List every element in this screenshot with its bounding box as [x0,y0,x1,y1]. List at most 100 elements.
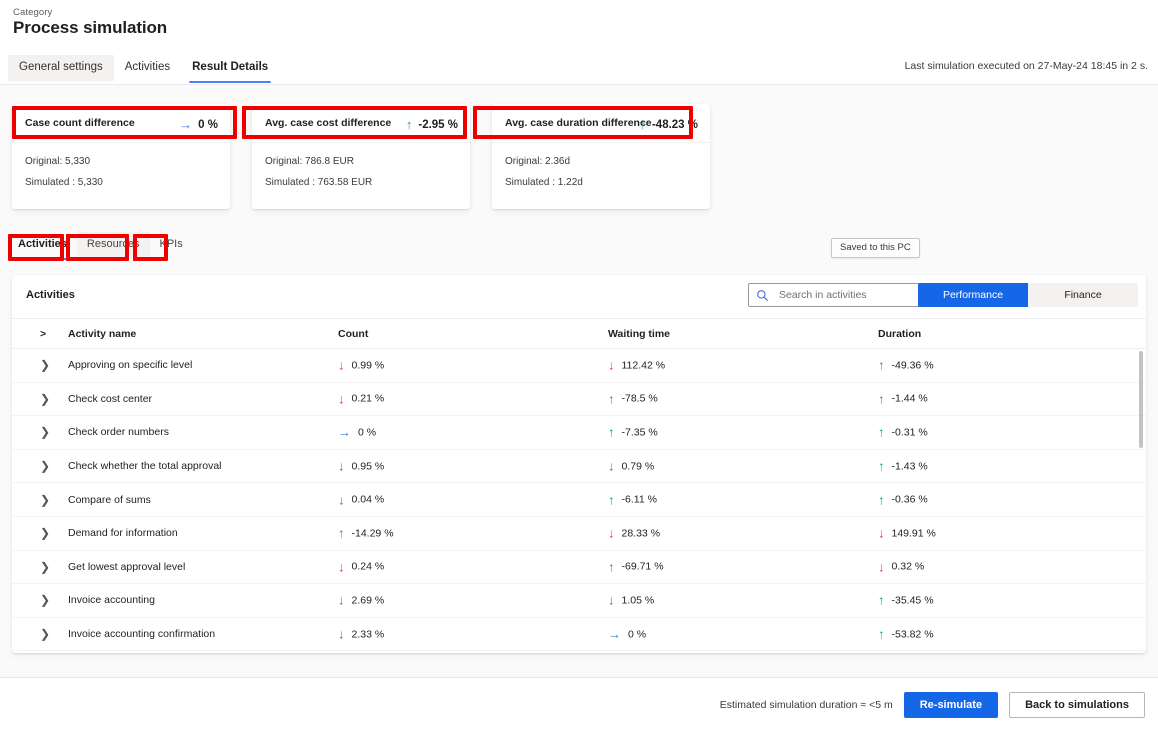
count-cell-value: 0.95 % [351,460,385,473]
chevron-right-icon[interactable]: ❯ [40,628,50,640]
kpi-simulated-value: Simulated : 1.22d [505,177,583,188]
waiting-time-cell-value: -7.35 % [621,426,658,439]
chevron-right-icon[interactable]: ❯ [40,359,50,371]
waiting-time-cell-value: 28.33 % [621,527,661,540]
search-in-activities-box[interactable] [748,283,933,307]
duration-cell: ↑ -1.44 % [878,392,928,405]
flat-arrow-icon: → [179,117,193,132]
table-row[interactable]: ❯ Compare of sums ↓ 0.04 % ↑ -6.11 % ↑ -0.36 % [12,483,1146,517]
tab-activities[interactable]: Activities [114,55,181,81]
down-arrow-icon: ↓ [608,592,615,608]
page-header: Category Process simulation General sett… [0,0,1158,85]
count-cell-value: 0.99 % [351,359,385,372]
tab-general-settings[interactable]: General settings [8,55,114,81]
table-row[interactable]: ❯ Invoice accounting ↓ 2.69 % ↓ 1.05 % ↑ -35.45… [12,584,1146,618]
duration-cell: ↓ 0.32 % [878,560,924,573]
down-arrow-icon: ↓ [338,626,345,642]
activities-table-scrollbar[interactable] [1139,351,1143,637]
up-arrow-icon: ↑ [608,391,615,407]
down-arrow-icon: ↓ [608,357,615,373]
kpi-card-case-count-delta: → 0 % [179,118,218,131]
table-row[interactable]: ❯ Get lowest approval level ↓ 0.24 % ↑ -69.71… [12,551,1146,585]
up-arrow-icon: ↑ [878,357,885,373]
up-arrow-icon: ↑ [878,391,885,407]
waiting-time-cell: → 0 % [608,628,646,641]
down-arrow-icon: ↓ [338,592,345,608]
waiting-time-cell: ↑ -69.71 % [608,560,664,573]
down-arrow-icon: ↓ [878,525,885,541]
down-arrow-icon: ↓ [338,492,345,508]
last-simulation-status: Last simulation executed on 27-May-24 18… [904,60,1148,72]
scrollbar-thumb[interactable] [1139,351,1143,448]
column-header-count[interactable]: Count [338,328,368,340]
down-arrow-icon: ↓ [338,357,345,373]
re-simulate-button[interactable]: Re-simulate [903,692,999,718]
back-to-simulations-button[interactable]: Back to simulations [1009,692,1145,718]
segment-finance[interactable]: Finance [1028,283,1138,307]
metric-mode-segmented-control: Performance Finance [918,283,1138,307]
down-arrow-icon: ↓ [608,525,615,541]
waiting-time-cell-value: -6.11 % [621,493,657,506]
waiting-time-cell-value: 1.05 % [621,594,655,607]
content-surface: Case count difference Original: 5,330 Si… [0,85,1158,677]
table-row[interactable]: ❯ Invoice accounting confirmation ↓ 2.33 % →… [12,618,1146,651]
activities-table-toolbar: Activities Performance Finance [12,275,1146,318]
count-cell-value: 0 % [358,426,377,439]
duration-cell: ↑ -49.36 % [878,359,934,372]
tab-result-details[interactable]: Result Details [181,55,279,83]
subtab-kpis[interactable]: KPIs [150,232,193,258]
duration-cell-value: -0.36 % [891,493,928,506]
count-cell-value: 0.21 % [351,392,385,405]
up-arrow-icon: ↑ [878,424,885,440]
table-row[interactable]: ❯ Approving on specific level ↓ 0.99 % ↓ 112.… [12,349,1146,383]
chevron-right-icon[interactable]: ❯ [40,561,50,573]
chevron-right-icon[interactable]: ❯ [40,494,50,506]
column-header-waiting-time[interactable]: Waiting time [608,328,670,340]
chevron-right-icon[interactable]: ❯ [40,527,50,539]
kpi-delta-value: -2.95 % [418,118,458,131]
up-arrow-icon: ↑ [338,525,345,541]
table-row[interactable]: ❯ Check whether the total approval ↓ 0.95 %… [12,450,1146,484]
up-arrow-icon: ↑ [878,492,885,508]
waiting-time-cell: ↑ -7.35 % [608,426,658,439]
count-cell: ↓ 2.69 % [338,594,384,607]
activity-name-cell: Get lowest approval level [68,560,186,573]
kpi-card-avg-case-cost-delta: ↑ -2.95 % [406,118,458,131]
duration-cell-value: -53.82 % [891,628,934,641]
subtab-activities[interactable]: Activities [8,232,77,260]
kpi-card-avg-case-cost-body: Original: 786.8 EUR Simulated : 763.58 E… [265,151,460,193]
subtab-activities-label: Activities [18,237,67,250]
page-title: Process simulation [13,18,168,37]
subtab-resources[interactable]: Resources [76,232,150,258]
segment-performance[interactable]: Performance [918,283,1028,307]
up-arrow-icon: ↑ [878,458,885,474]
kpi-card-avg-case-duration-body: Original: 2.36d Simulated : 1.22d [505,151,700,193]
subtab-resources-label: Resources [86,237,140,250]
duration-cell-value: -1.44 % [891,392,928,405]
count-cell: → 0 % [338,426,376,439]
estimated-duration-text: Estimated simulation duration ≈ <5 m [719,699,893,711]
table-row[interactable]: ❯ Check order numbers → 0 % ↑ -7.35 % ↑ -0.31 % [12,416,1146,450]
kpi-card-avg-case-cost: Avg. case cost difference Original: 786.… [252,104,470,209]
table-row[interactable]: ❯ Check cost center ↓ 0.21 % ↑ -78.5 % ↑ -1.44 … [12,383,1146,417]
kpi-card-avg-case-duration-delta: ↑ -48.23 % [639,118,698,131]
chevron-right-icon[interactable]: ❯ [40,594,50,606]
duration-cell-value: -1.43 % [891,460,928,473]
kpi-delta-value: -48.23 % [651,118,698,131]
waiting-time-cell-value: 112.42 % [621,359,666,372]
flat-arrow-icon: → [338,424,351,440]
duration-cell-value: 0.32 % [891,560,925,573]
up-arrow-icon: ↑ [878,592,885,608]
expand-all-chevron-icon[interactable]: > [40,328,46,340]
chevron-right-icon[interactable]: ❯ [40,460,50,472]
column-header-duration[interactable]: Duration [878,328,921,340]
activity-name-cell: Check cost center [68,392,153,405]
table-row[interactable]: ❯ Demand for information ↑ -14.29 % ↓ 28.33 %… [12,517,1146,551]
duration-cell-value: 149.91 % [891,527,936,540]
column-header-activity-name[interactable]: Activity name [68,328,136,340]
chevron-right-icon[interactable]: ❯ [40,393,50,405]
chevron-right-icon[interactable]: ❯ [40,426,50,438]
waiting-time-cell-value: -69.71 % [621,560,664,573]
search-input[interactable] [777,288,917,302]
up-arrow-icon: ↑ [878,626,885,642]
